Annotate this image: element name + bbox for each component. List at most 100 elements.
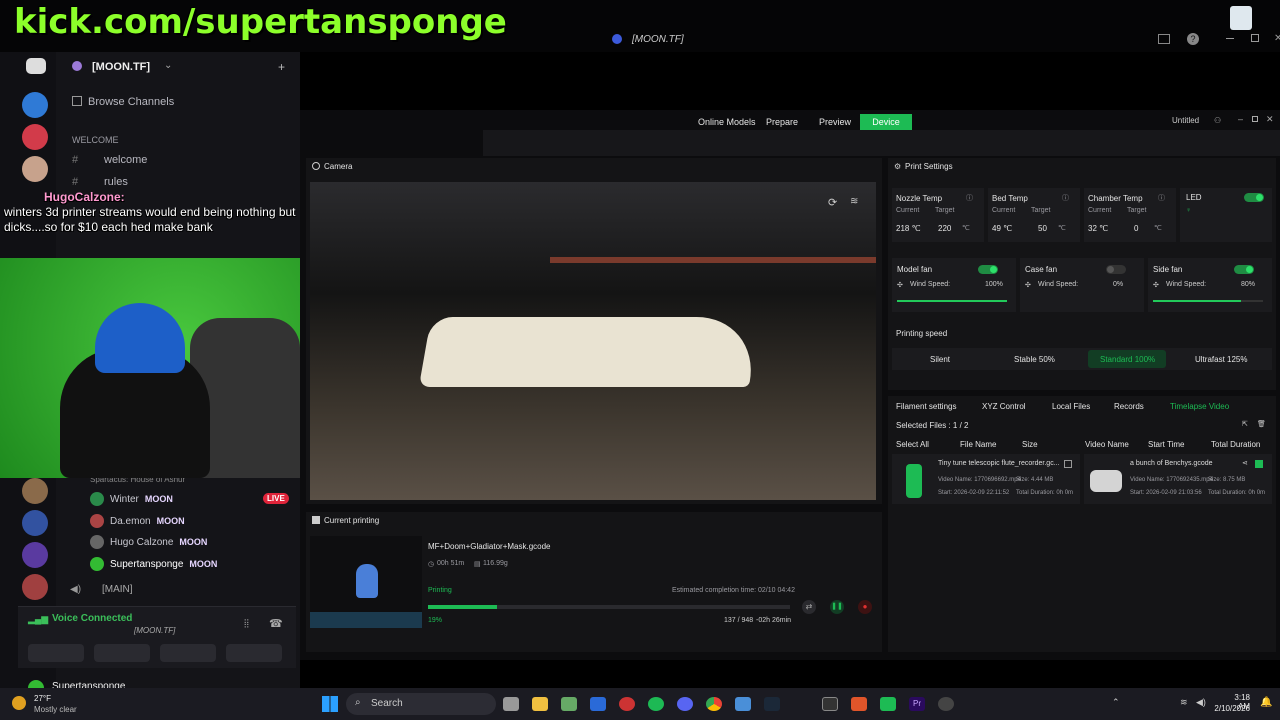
app-close-icon[interactable]: ✕ [1266, 114, 1274, 125]
soundboard-button[interactable] [226, 644, 282, 662]
server-name[interactable]: [MOON.TF] [92, 61, 150, 73]
temp-target-input[interactable]: 220 [938, 224, 964, 233]
channel-rules[interactable]: rules [104, 176, 128, 188]
timelapse-checkbox[interactable] [1064, 460, 1072, 468]
chevron-down-icon[interactable]: ⌄ [164, 60, 172, 71]
notification-icon[interactable]: 🔔 [1260, 697, 1272, 708]
delete-icon[interactable]: 🗑 [1257, 420, 1266, 428]
tab-online-models[interactable]: Online Models [692, 114, 762, 130]
share-icon[interactable]: ⋖ [1242, 459, 1248, 467]
wifi-tray-icon[interactable]: ≋ [1180, 697, 1188, 708]
chevron-up-icon[interactable]: ⌃ [1112, 697, 1120, 708]
speed-stable[interactable]: Stable 50% [1014, 355, 1055, 364]
clock-date[interactable]: 2/10/2026 [1208, 704, 1250, 713]
add-friend-icon[interactable]: + [278, 60, 285, 74]
store-icon[interactable] [561, 697, 577, 711]
temp-target-input[interactable]: 0 [1134, 224, 1138, 233]
side-fan-slider[interactable] [1153, 300, 1263, 302]
channel-welcome[interactable]: welcome [104, 154, 147, 166]
adjust-icon[interactable]: ⇄ [802, 600, 816, 614]
model-fan-toggle[interactable] [978, 265, 998, 274]
column-start-time[interactable]: Start Time [1148, 440, 1184, 449]
member-item[interactable]: Da.emon MOON [90, 514, 185, 528]
server-avatar[interactable] [22, 92, 48, 118]
app-maximize-icon[interactable] [1252, 116, 1258, 122]
speed-ultrafast[interactable]: Ultrafast 125% [1195, 355, 1247, 364]
steam-icon[interactable] [764, 697, 780, 711]
app-icon[interactable] [619, 697, 635, 711]
case-fan-toggle[interactable] [1106, 265, 1126, 274]
spotify-icon[interactable] [648, 697, 664, 711]
chrome-icon[interactable] [706, 697, 722, 711]
server-avatar[interactable] [22, 510, 48, 536]
tab-xyz-control[interactable]: XYZ Control [982, 402, 1026, 411]
app-minimize-icon[interactable]: – [1238, 114, 1243, 124]
select-all[interactable]: Select All [896, 440, 929, 449]
inbox-icon[interactable] [1158, 34, 1170, 44]
export-icon[interactable]: ⇱ [1242, 420, 1248, 428]
volume-icon[interactable]: ◀) [1196, 697, 1206, 708]
file-explorer-icon[interactable] [532, 697, 548, 711]
app-icon[interactable] [851, 697, 867, 711]
tab-filament-settings[interactable]: Filament settings [896, 402, 956, 411]
help-icon[interactable]: ? [1187, 33, 1199, 45]
refresh-icon[interactable]: ⟳ [828, 196, 837, 209]
maximize-icon[interactable] [1251, 34, 1259, 42]
server-avatar[interactable] [22, 478, 48, 504]
premiere-icon[interactable]: Pr [909, 697, 925, 711]
led-toggle[interactable] [1244, 193, 1264, 202]
server-avatar[interactable] [22, 156, 48, 182]
taskbar-search[interactable] [346, 693, 496, 715]
info-icon[interactable]: ⓘ [1062, 193, 1069, 203]
info-icon[interactable]: ⓘ [966, 193, 973, 203]
disconnect-icon[interactable]: ☎ [269, 617, 283, 630]
server-avatar[interactable] [22, 542, 48, 568]
app-icon[interactable] [735, 697, 751, 711]
activities-button[interactable] [160, 644, 216, 662]
category-welcome[interactable]: WELCOME [72, 135, 119, 145]
side-fan-toggle[interactable] [1234, 265, 1254, 274]
member-item[interactable]: Supertansponge MOON [90, 557, 217, 571]
camera-button[interactable] [28, 644, 84, 662]
terminal-icon[interactable] [822, 697, 838, 711]
server-avatar[interactable] [22, 124, 48, 150]
tab-records[interactable]: Records [1114, 402, 1144, 411]
tab-prepare[interactable]: Prepare [760, 114, 804, 130]
browse-channels[interactable]: Browse Channels [88, 96, 174, 108]
member-item[interactable]: Winter MOON [90, 492, 173, 506]
stop-button[interactable]: ● [858, 600, 872, 614]
task-view-icon[interactable] [503, 697, 519, 711]
column-file-name[interactable]: File Name [960, 440, 996, 449]
timelapse-checkbox-checked[interactable] [1255, 460, 1263, 468]
voice-status[interactable]: Voice Connected [52, 613, 132, 624]
model-fan-slider[interactable] [897, 300, 1007, 302]
windows-start-icon[interactable] [322, 696, 338, 712]
weather-icon[interactable] [12, 696, 26, 710]
info-icon[interactable]: ⓘ [1158, 193, 1165, 203]
app-icon[interactable] [590, 697, 606, 711]
tab-preview[interactable]: Preview [813, 114, 857, 130]
column-video-name[interactable]: Video Name [1085, 440, 1129, 449]
discord-icon[interactable] [26, 58, 46, 74]
member-item[interactable]: Hugo Calzone MOON [90, 535, 207, 549]
tab-device[interactable]: Device [860, 114, 912, 130]
weather-temp[interactable]: 27°F [34, 694, 51, 703]
server-avatar[interactable] [22, 574, 48, 600]
speed-silent[interactable]: Silent [930, 355, 950, 364]
tab-local-files[interactable]: Local Files [1052, 402, 1090, 411]
slicer-app-icon[interactable] [880, 697, 896, 711]
temp-target-input[interactable]: 50 [1038, 224, 1047, 233]
tab-timelapse-video[interactable]: Timelapse Video [1170, 402, 1229, 411]
recycle-bin-icon[interactable] [1230, 6, 1252, 30]
close-icon[interactable]: ✕ [1274, 33, 1280, 44]
minimize-icon[interactable] [1226, 38, 1234, 39]
column-size[interactable]: Size [1022, 440, 1038, 449]
screen-share-button[interactable] [94, 644, 150, 662]
noise-suppression-icon[interactable]: ⦙⦙ [244, 618, 249, 631]
account-icon[interactable]: ⚇ [1214, 116, 1221, 125]
column-total-duration[interactable]: Total Duration [1211, 440, 1260, 449]
discord-taskbar-icon[interactable] [677, 697, 693, 711]
obs-icon[interactable] [938, 697, 954, 711]
weather-desc[interactable]: Mostly clear [34, 705, 77, 714]
pause-button[interactable]: ❚❚ [830, 600, 844, 614]
